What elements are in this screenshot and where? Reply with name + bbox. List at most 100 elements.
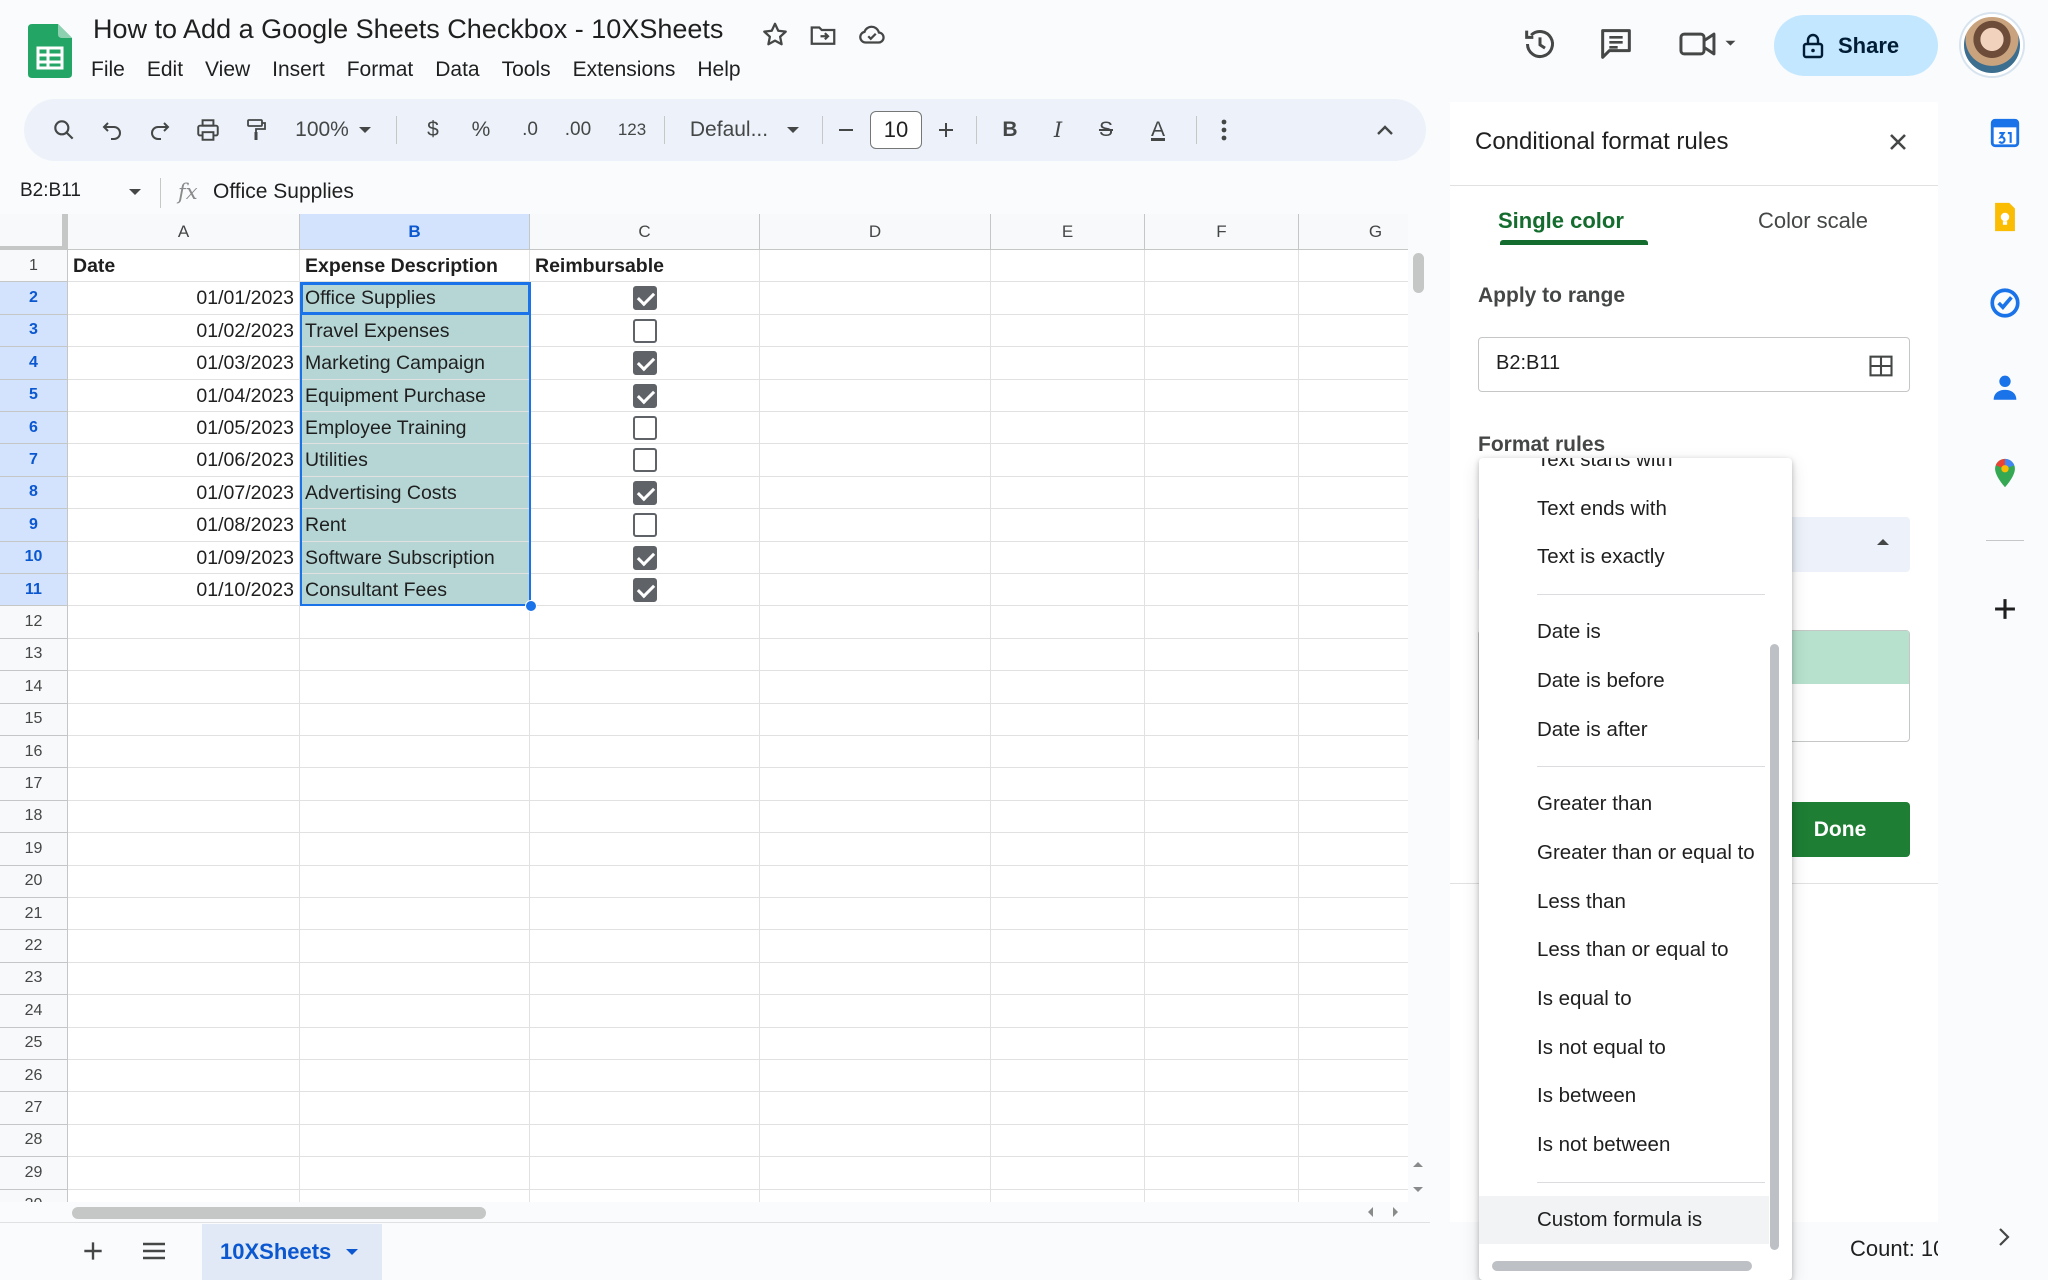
cell[interactable]: 01/02/2023 [68, 314, 300, 348]
cell[interactable]: Reimbursable [530, 250, 760, 283]
dropdown-option[interactable]: Greater than [1479, 780, 1769, 828]
font-size-input[interactable]: 10 [870, 111, 922, 149]
cell[interactable] [68, 1124, 300, 1158]
cell[interactable] [530, 476, 760, 510]
cell[interactable] [760, 865, 991, 898]
cell[interactable] [1145, 898, 1299, 931]
cell[interactable] [760, 606, 991, 639]
menu-help[interactable]: Help [686, 56, 751, 84]
cell[interactable] [991, 995, 1145, 1028]
vertical-scrollbar[interactable] [1413, 253, 1424, 293]
row-header[interactable]: 16 [0, 736, 68, 769]
row-header[interactable]: 7 [0, 444, 68, 477]
cell[interactable] [760, 1060, 991, 1093]
cell[interactable] [68, 671, 300, 704]
cell[interactable] [300, 703, 530, 736]
cell[interactable] [1145, 638, 1299, 672]
checkbox-unchecked[interactable] [633, 448, 657, 473]
dropdown-option[interactable]: Date is before [1479, 657, 1769, 705]
dropdown-option[interactable]: Less than or equal to [1479, 926, 1769, 974]
cell[interactable] [1299, 704, 1408, 736]
cell[interactable] [300, 671, 530, 704]
cell[interactable] [1299, 282, 1408, 315]
cell[interactable] [991, 347, 1145, 380]
cell[interactable] [760, 671, 991, 704]
cell[interactable] [1145, 1189, 1299, 1202]
cell[interactable] [991, 736, 1145, 769]
cell[interactable] [991, 476, 1145, 510]
cell[interactable] [530, 962, 760, 996]
cell[interactable] [760, 444, 991, 477]
currency-format-button[interactable]: $ [418, 114, 448, 146]
cell[interactable] [1299, 574, 1408, 607]
cell[interactable] [760, 476, 991, 510]
dropdown-option[interactable]: Custom formula is [1479, 1195, 1769, 1244]
row-header[interactable]: 30 [0, 1189, 68, 1202]
cloud-saved-icon[interactable] [857, 20, 887, 50]
column-header[interactable]: C [530, 214, 760, 250]
add-icon[interactable] [1988, 592, 2022, 626]
cell[interactable]: 01/04/2023 [68, 379, 300, 412]
decrease-decimal-button[interactable]: .0 [512, 114, 548, 146]
menu-extensions[interactable]: Extensions [562, 56, 687, 84]
cell[interactable] [1299, 768, 1408, 801]
cell[interactable] [1145, 1027, 1299, 1060]
cell[interactable]: 01/01/2023 [68, 282, 300, 315]
cell[interactable] [530, 509, 760, 542]
zoom-caret-icon[interactable] [354, 114, 376, 146]
cell[interactable] [300, 1189, 530, 1202]
cell[interactable] [1145, 930, 1299, 963]
cell[interactable] [1299, 509, 1408, 542]
cell[interactable] [300, 1060, 530, 1093]
column-header[interactable]: F [1145, 214, 1299, 250]
cell[interactable] [530, 1189, 760, 1202]
cell[interactable] [300, 930, 530, 963]
cell[interactable] [1299, 477, 1408, 510]
font-caret-icon[interactable] [782, 114, 804, 146]
cell[interactable] [1299, 898, 1408, 931]
tasks-icon[interactable] [1988, 286, 2022, 320]
cell[interactable] [760, 541, 991, 574]
cell[interactable] [760, 412, 991, 445]
cell[interactable] [300, 800, 530, 834]
cell[interactable] [1145, 412, 1299, 445]
cell[interactable] [760, 250, 991, 283]
cell[interactable] [760, 962, 991, 996]
expand-icon[interactable] [1996, 1226, 2012, 1248]
cell[interactable] [1299, 1028, 1408, 1060]
cell[interactable] [1299, 1157, 1408, 1190]
dropdown-option[interactable]: Is not between [1479, 1121, 1769, 1169]
checkbox-checked[interactable] [633, 286, 657, 311]
cell[interactable] [300, 638, 530, 672]
row-header[interactable]: 23 [0, 962, 68, 996]
cell[interactable] [1145, 1092, 1299, 1125]
cell[interactable] [1145, 541, 1299, 574]
cell[interactable] [760, 282, 991, 315]
cell[interactable] [760, 1157, 991, 1190]
select-range-icon[interactable] [1867, 352, 1895, 380]
close-icon[interactable] [1884, 128, 1912, 156]
meet-camera-icon[interactable] [1676, 24, 1742, 64]
cell[interactable] [1299, 444, 1408, 477]
checkbox-checked[interactable] [633, 480, 657, 505]
checkbox-checked[interactable] [633, 383, 657, 408]
cell[interactable] [68, 898, 300, 931]
row-header[interactable]: 11 [0, 574, 68, 607]
menu-view[interactable]: View [194, 56, 261, 84]
cell[interactable] [1299, 866, 1408, 898]
cell[interactable] [1145, 800, 1299, 834]
row-header[interactable]: 24 [0, 995, 68, 1028]
search-menus-icon[interactable] [48, 114, 80, 146]
cell[interactable]: 01/06/2023 [68, 444, 300, 477]
cell[interactable]: Date [68, 250, 300, 283]
menu-edit[interactable]: Edit [136, 56, 194, 84]
row-header[interactable]: 8 [0, 476, 68, 510]
cell[interactable] [760, 1189, 991, 1202]
cell[interactable] [300, 865, 530, 898]
row-header[interactable]: 1 [0, 250, 68, 283]
cell[interactable] [68, 768, 300, 801]
cell[interactable] [760, 833, 991, 866]
checkbox-unchecked[interactable] [633, 318, 657, 343]
cell[interactable] [991, 1027, 1145, 1060]
cell[interactable] [991, 703, 1145, 736]
